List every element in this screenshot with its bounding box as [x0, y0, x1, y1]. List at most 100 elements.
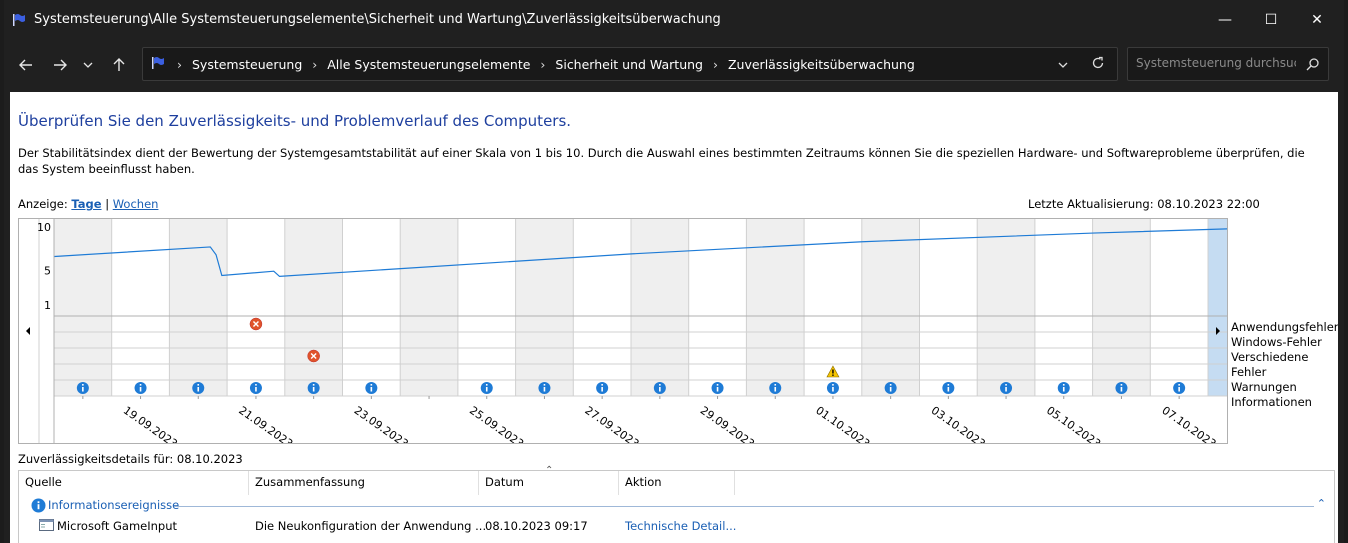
- info-dot: [601, 384, 603, 386]
- app-window-icon: [39, 519, 54, 534]
- info-dot: [255, 384, 257, 386]
- group-header-information[interactable]: Informationsereignisse ⌃: [19, 496, 1334, 516]
- breadcrumb-item-alle-elemente[interactable]: Alle Systemsteuerungselemente: [327, 57, 530, 72]
- info-glyph: [1178, 387, 1180, 392]
- chart-legend: Anwendungsfehler Windows-Fehler Verschie…: [1231, 320, 1340, 410]
- chevron-down-icon: [1058, 62, 1068, 68]
- info-dot: [832, 384, 834, 386]
- info-glyph: [1120, 387, 1123, 392]
- maximize-button[interactable]: ☐: [1248, 0, 1294, 40]
- vertical-scrollbar[interactable]: [1338, 92, 1344, 543]
- chart-canvas[interactable]: 10 5 1 19.09.2023 21.09.2023 23.09.2023 25.09.…: [19, 219, 1227, 443]
- page-description: Der Stabilitätsindex dient der Bewertung…: [18, 146, 1305, 176]
- forward-button[interactable]: [46, 53, 74, 77]
- last-update-label: Letzte Aktualisierung: 08.10.2023 22:00: [1028, 197, 1260, 211]
- view-weeks-link[interactable]: Wochen: [113, 197, 159, 211]
- search-icon[interactable]: [1306, 56, 1320, 75]
- row-date: 08.10.2023 09:17: [485, 519, 588, 533]
- warning-dot: [832, 374, 834, 376]
- scroll-left-icon[interactable]: [26, 327, 30, 335]
- search-input[interactable]: [1136, 56, 1296, 70]
- day-column-27.09: [573, 219, 631, 396]
- info-glyph: [774, 387, 777, 392]
- info-dot: [139, 384, 142, 386]
- info-dot: [197, 384, 200, 386]
- y-tick-label: 10: [37, 221, 51, 234]
- info-glyph: [82, 387, 84, 392]
- row-source: Microsoft GameInput: [57, 519, 178, 533]
- x-tick-label: 23.09.2023: [352, 404, 411, 443]
- search-box[interactable]: [1127, 47, 1329, 81]
- legend-windows-errors: Windows-Fehler: [1231, 335, 1322, 349]
- navigation-bar: › Systemsteuerung › Alle Systemsteuerung…: [4, 40, 1344, 90]
- breadcrumb-separator[interactable]: ›: [713, 57, 718, 72]
- main-content: Überprüfen Sie den Zuverlässigkeits- und…: [10, 92, 1340, 543]
- day-column-26.09: [515, 219, 574, 396]
- x-tick-label: 01.10.2023: [813, 404, 872, 443]
- day-column-03.10: [919, 219, 978, 396]
- day-column-05.10: [1034, 219, 1093, 396]
- view-label: Anzeige:: [18, 197, 68, 211]
- info-dot: [1062, 384, 1065, 386]
- day-column-06.10: [1092, 219, 1151, 396]
- day-column-28.09: [631, 219, 689, 396]
- info-glyph: [312, 387, 315, 392]
- info-glyph: [947, 387, 950, 392]
- view-selector: Anzeige: Tage | Wochen: [18, 197, 158, 211]
- day-column-02.10: [861, 219, 920, 396]
- x-tick-label: 21.09.2023: [236, 404, 295, 443]
- x-tick-label: 29.09.2023: [698, 404, 757, 443]
- day-column-23.09: [342, 219, 401, 396]
- up-arrow-icon: [113, 58, 125, 71]
- y-tick-label: 1: [44, 299, 51, 312]
- reliability-chart[interactable]: 10 5 1 19.09.2023 21.09.2023 23.09.2023 25.09.…: [18, 218, 1228, 444]
- recent-locations-button[interactable]: [78, 53, 98, 77]
- x-tick-label: 19.09.2023: [121, 404, 180, 443]
- info-glyph: [659, 387, 661, 392]
- row-action-link[interactable]: Technische Detail...: [625, 519, 736, 533]
- back-arrow-icon: [19, 59, 32, 71]
- day-column-04.10: [977, 219, 1035, 396]
- day-column-25.09: [457, 219, 516, 396]
- breadcrumb-separator[interactable]: ›: [312, 57, 317, 72]
- chevron-down-icon: [83, 62, 93, 68]
- group-label: Informationsereignisse: [48, 498, 180, 512]
- info-dot: [485, 384, 488, 386]
- info-dot: [889, 384, 892, 386]
- info-glyph: [197, 387, 200, 392]
- table-row[interactable]: Microsoft GameInput Die Neukonfiguration…: [19, 517, 1334, 537]
- info-glyph: [832, 387, 834, 392]
- breadcrumb-item-sicherheit-wartung[interactable]: Sicherheit und Wartung: [555, 57, 703, 72]
- info-dot: [659, 384, 661, 386]
- refresh-icon: [1092, 56, 1104, 69]
- column-header-summary[interactable]: Zusammenfassung: [249, 471, 479, 495]
- view-days-link[interactable]: Tage: [71, 197, 101, 211]
- address-bar[interactable]: › Systemsteuerung › Alle Systemsteuerung…: [142, 47, 1118, 81]
- legend-misc-errors: Verschiedene Fehler: [1231, 350, 1309, 379]
- column-header-source[interactable]: Quelle: [19, 471, 249, 495]
- control-panel-flag-icon: [12, 12, 26, 31]
- up-button[interactable]: [105, 53, 133, 77]
- breadcrumb-item-zuverlaessigkeit[interactable]: Zuverlässigkeitsüberwachung: [728, 57, 915, 72]
- info-dot: [716, 384, 719, 386]
- info-icon: [31, 498, 46, 517]
- day-column-22.09: [284, 219, 343, 396]
- info-dot: [774, 384, 777, 386]
- x-tick-label: 27.09.2023: [582, 404, 641, 443]
- back-button[interactable]: [12, 53, 40, 77]
- group-divider: [174, 506, 1314, 507]
- minimize-button[interactable]: —: [1202, 0, 1248, 40]
- close-button[interactable]: ✕: [1294, 0, 1340, 40]
- breadcrumb-separator[interactable]: ›: [540, 57, 545, 72]
- x-tick-label: 07.10.2023: [1159, 404, 1218, 443]
- column-header-action[interactable]: Aktion: [619, 471, 735, 495]
- day-column-20.09: [169, 219, 228, 396]
- refresh-button[interactable]: [1091, 55, 1105, 74]
- info-glyph: [543, 387, 546, 392]
- title-bar: Systemsteuerung\Alle Systemsteuerungsele…: [4, 0, 1344, 40]
- row-summary: Die Neukonfiguration der Anwendung ...: [255, 519, 487, 533]
- address-dropdown-button[interactable]: [1057, 56, 1069, 75]
- breadcrumb-item-systemsteuerung[interactable]: Systemsteuerung: [192, 57, 302, 72]
- collapse-chevron-icon[interactable]: ⌃: [1317, 497, 1326, 510]
- info-glyph: [370, 387, 373, 392]
